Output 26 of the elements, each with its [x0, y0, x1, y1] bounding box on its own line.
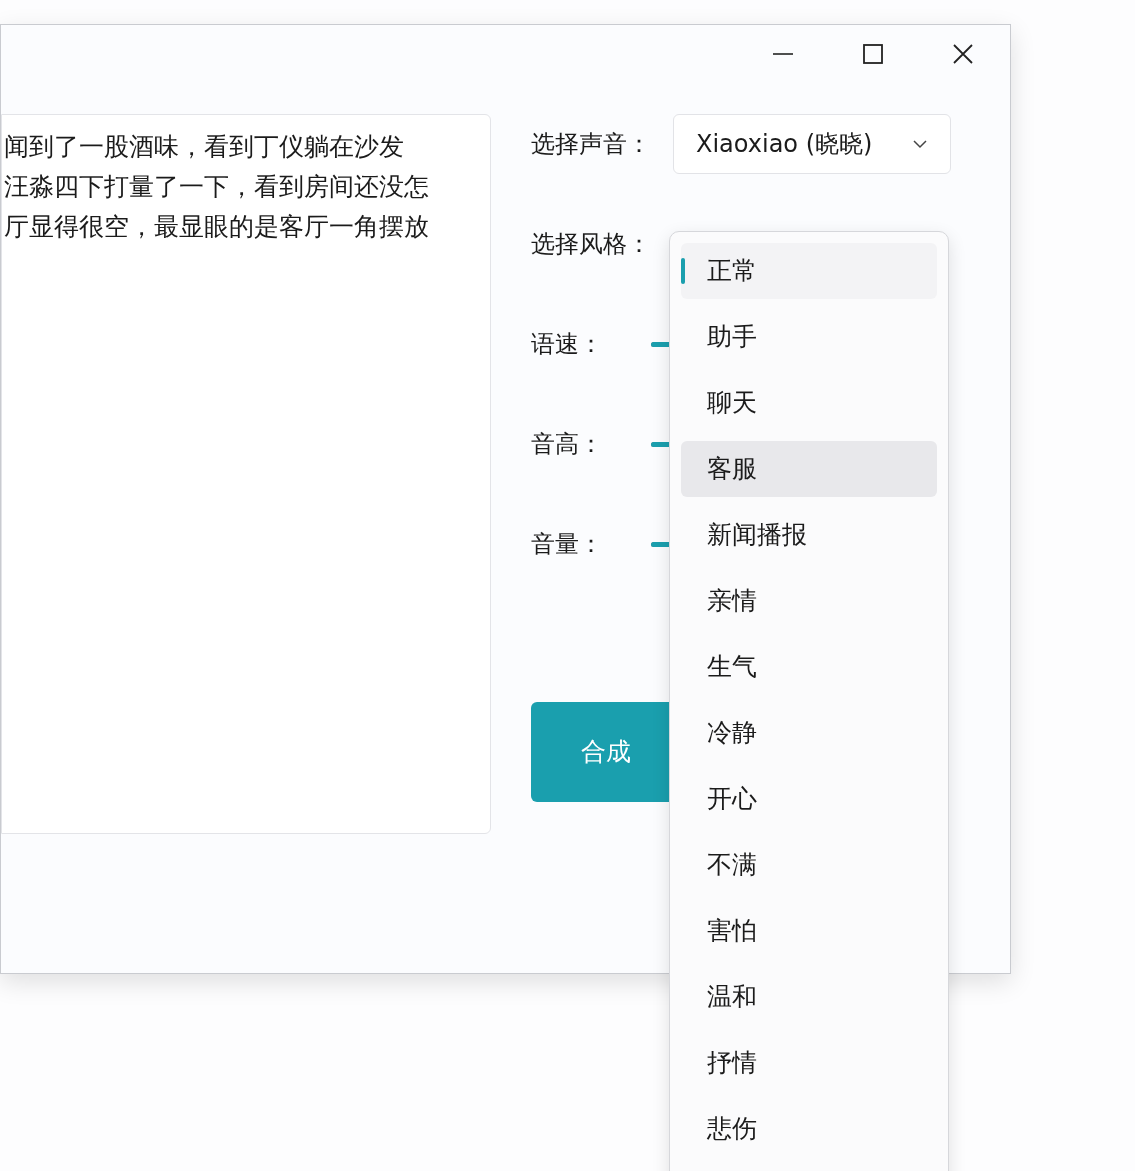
- text-line: 汪淼四下打量了一下，看到房间还没怎: [4, 171, 430, 203]
- maximize-icon[interactable]: [862, 43, 884, 65]
- style-option[interactable]: 抒情: [681, 1035, 937, 1091]
- style-option[interactable]: 害怕: [681, 903, 937, 959]
- style-option[interactable]: 悲伤: [681, 1101, 937, 1157]
- style-option[interactable]: 客服: [681, 441, 937, 497]
- selection-indicator: [681, 258, 685, 284]
- style-option[interactable]: 助手: [681, 309, 937, 365]
- style-option[interactable]: 新闻播报: [681, 507, 937, 563]
- slider-label: 音量：: [531, 529, 604, 560]
- slider-label: 语速：: [531, 329, 604, 360]
- voice-label: 选择声音：: [531, 129, 652, 160]
- close-icon[interactable]: [952, 43, 974, 65]
- style-option[interactable]: 亲情: [681, 573, 937, 629]
- style-label: 选择风格：: [531, 229, 651, 260]
- voice-dropdown[interactable]: Xiaoxiao (晓晓): [673, 114, 951, 174]
- text-area[interactable]: 闻到了一股酒味，看到丁仪躺在沙发 汪淼四下打量了一下，看到房间还没怎 厅显得很空，最显眼的是客厅一角摆放: [1, 114, 491, 834]
- chevron-down-icon: [912, 139, 928, 149]
- text-line: 厅显得很空，最显眼的是客厅一角摆放: [4, 211, 430, 243]
- style-option[interactable]: 聊天: [681, 375, 937, 431]
- style-option[interactable]: 温和: [681, 969, 937, 1025]
- style-option[interactable]: 不满: [681, 837, 937, 893]
- style-option[interactable]: 生气: [681, 639, 937, 695]
- text-line: 闻到了一股酒味，看到丁仪躺在沙发: [4, 131, 405, 163]
- slider-label: 音高：: [531, 429, 604, 460]
- style-option[interactable]: 正常: [681, 243, 937, 299]
